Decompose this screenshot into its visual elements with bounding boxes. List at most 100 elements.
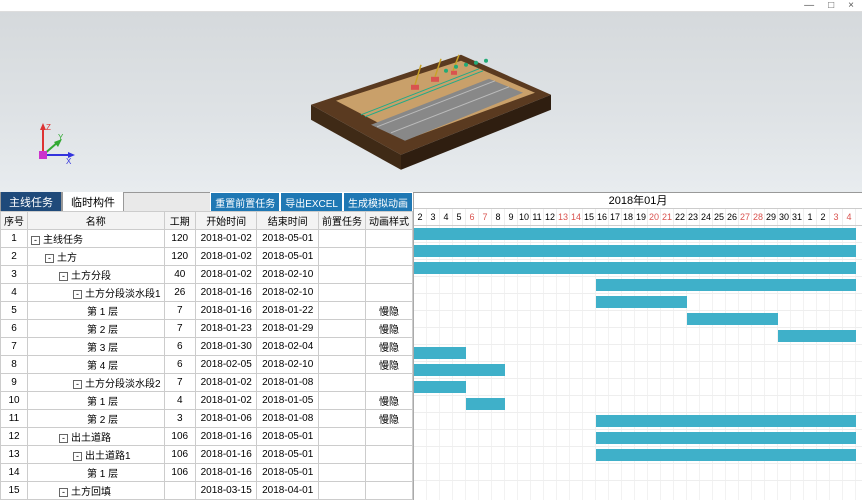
gantt-day: 10 xyxy=(518,209,531,225)
cell-duration: 106 xyxy=(164,428,195,446)
gantt-row[interactable] xyxy=(414,260,862,277)
gantt-bar[interactable] xyxy=(414,228,856,240)
axis-gizmo-icon[interactable]: Z X Y xyxy=(28,120,78,170)
cell-anim xyxy=(365,464,412,482)
gantt-chart[interactable]: 2018年01月 2345678910111213141516171819202… xyxy=(414,193,862,500)
gantt-bar[interactable] xyxy=(466,398,505,410)
cell-seq: 3 xyxy=(1,266,28,284)
gantt-bar[interactable] xyxy=(687,313,778,325)
maximize-button[interactable]: □ xyxy=(828,0,834,11)
gantt-bar[interactable] xyxy=(596,279,856,291)
col-header-pre[interactable]: 前置任务 xyxy=(318,212,365,230)
table-row[interactable]: 8第 4 层62018-02-052018-02-10慢隐 xyxy=(1,356,413,374)
gantt-bar[interactable] xyxy=(414,262,856,274)
gantt-row[interactable] xyxy=(414,226,862,243)
cell-anim: 慢隐 xyxy=(365,302,412,320)
table-row[interactable]: 15-土方回填2018-03-152018-04-01 xyxy=(1,482,413,500)
gantt-day: 18 xyxy=(622,209,635,225)
tab-temp-components[interactable]: 临时构件 xyxy=(62,191,124,213)
cell-predecessor xyxy=(318,284,365,302)
col-header-start[interactable]: 开始时间 xyxy=(195,212,257,230)
table-row[interactable]: 9-土方分段淡水段272018-01-022018-01-08 xyxy=(1,374,413,392)
gantt-row[interactable] xyxy=(414,328,862,345)
table-row[interactable]: 12-出土道路1062018-01-162018-05-01 xyxy=(1,428,413,446)
col-header-name[interactable]: 名称 xyxy=(28,212,165,230)
gantt-row[interactable] xyxy=(414,362,862,379)
cell-predecessor xyxy=(318,320,365,338)
tree-toggle-icon[interactable]: - xyxy=(31,236,40,245)
export-excel-button[interactable]: 导出EXCEL xyxy=(280,192,343,213)
table-row[interactable]: 11第 2 层32018-01-062018-01-08慢隐 xyxy=(1,410,413,428)
table-row[interactable]: 6第 2 层72018-01-232018-01-29慢隐 xyxy=(1,320,413,338)
gantt-row[interactable] xyxy=(414,447,862,464)
gantt-row[interactable] xyxy=(414,464,862,481)
cell-predecessor xyxy=(318,464,365,482)
cell-name: -土方 xyxy=(28,248,165,266)
gantt-bar[interactable] xyxy=(414,347,466,359)
cell-end: 2018-05-01 xyxy=(257,248,319,266)
cell-seq: 12 xyxy=(1,428,28,446)
reset-predecessor-button[interactable]: 重置前置任务 xyxy=(210,192,280,213)
minimize-button[interactable]: — xyxy=(804,0,814,11)
cell-predecessor xyxy=(318,482,365,500)
generate-animation-button[interactable]: 生成模拟动画 xyxy=(343,192,413,213)
task-table[interactable]: 序号名称工期开始时间结束时间前置任务动画样式 1-主线任务1202018-01-… xyxy=(0,211,413,500)
tree-toggle-icon[interactable]: - xyxy=(59,272,68,281)
gantt-bar[interactable] xyxy=(414,245,856,257)
gantt-row[interactable] xyxy=(414,396,862,413)
table-row[interactable]: 2-土方1202018-01-022018-05-01 xyxy=(1,248,413,266)
table-row[interactable]: 13-出土道路11062018-01-162018-05-01 xyxy=(1,446,413,464)
cell-predecessor xyxy=(318,302,365,320)
gantt-row[interactable] xyxy=(414,277,862,294)
table-row[interactable]: 7第 3 层62018-01-302018-02-04慢隐 xyxy=(1,338,413,356)
gantt-bar[interactable] xyxy=(596,415,856,427)
svg-text:Z: Z xyxy=(46,123,51,132)
tree-toggle-icon[interactable]: - xyxy=(45,254,54,263)
gantt-bar[interactable] xyxy=(778,330,856,342)
gantt-bar[interactable] xyxy=(596,432,856,444)
gantt-bar[interactable] xyxy=(596,296,687,308)
gantt-row[interactable] xyxy=(414,294,862,311)
gantt-bar[interactable] xyxy=(414,381,466,393)
gantt-row[interactable] xyxy=(414,345,862,362)
gantt-month-label: 2018年01月 xyxy=(414,193,862,209)
col-header-dur[interactable]: 工期 xyxy=(164,212,195,230)
gantt-day: 22 xyxy=(674,209,687,225)
cell-name: 第 3 层 xyxy=(28,338,165,356)
cell-duration: 106 xyxy=(164,464,195,482)
tree-toggle-icon[interactable]: - xyxy=(73,452,82,461)
cell-anim xyxy=(365,284,412,302)
cell-anim: 慢隐 xyxy=(365,356,412,374)
gantt-row[interactable] xyxy=(414,413,862,430)
cell-duration: 120 xyxy=(164,248,195,266)
tab-main-tasks[interactable]: 主线任务 xyxy=(0,191,62,213)
gantt-bar[interactable] xyxy=(596,449,856,461)
tree-toggle-icon[interactable]: - xyxy=(73,380,82,389)
cell-start: 2018-01-30 xyxy=(195,338,257,356)
tree-toggle-icon[interactable]: - xyxy=(73,290,82,299)
cell-end: 2018-02-04 xyxy=(257,338,319,356)
gantt-row[interactable] xyxy=(414,379,862,396)
cell-start: 2018-01-23 xyxy=(195,320,257,338)
close-button[interactable]: × xyxy=(848,0,854,11)
table-row[interactable]: 14第 1 层1062018-01-162018-05-01 xyxy=(1,464,413,482)
tree-toggle-icon[interactable]: - xyxy=(59,434,68,443)
gantt-row[interactable] xyxy=(414,311,862,328)
gantt-day: 23 xyxy=(687,209,700,225)
3d-viewport[interactable]: Z X Y xyxy=(0,12,862,192)
gantt-bar[interactable] xyxy=(414,364,505,376)
cell-start: 2018-01-16 xyxy=(195,428,257,446)
table-row[interactable]: 10第 1 层42018-01-022018-01-05慢隐 xyxy=(1,392,413,410)
gantt-day: 2 xyxy=(817,209,830,225)
gantt-row[interactable] xyxy=(414,243,862,260)
col-header-seq[interactable]: 序号 xyxy=(1,212,28,230)
table-row[interactable]: 5第 1 层72018-01-162018-01-22慢隐 xyxy=(1,302,413,320)
col-header-anim[interactable]: 动画样式 xyxy=(365,212,412,230)
gantt-row[interactable] xyxy=(414,430,862,447)
table-row[interactable]: 3-土方分段402018-01-022018-02-10 xyxy=(1,266,413,284)
tree-toggle-icon[interactable]: - xyxy=(59,488,68,497)
cell-end: 2018-01-22 xyxy=(257,302,319,320)
col-header-end[interactable]: 结束时间 xyxy=(257,212,319,230)
table-row[interactable]: 4-土方分段淡水段1262018-01-162018-02-10 xyxy=(1,284,413,302)
table-row[interactable]: 1-主线任务1202018-01-022018-05-01 xyxy=(1,230,413,248)
